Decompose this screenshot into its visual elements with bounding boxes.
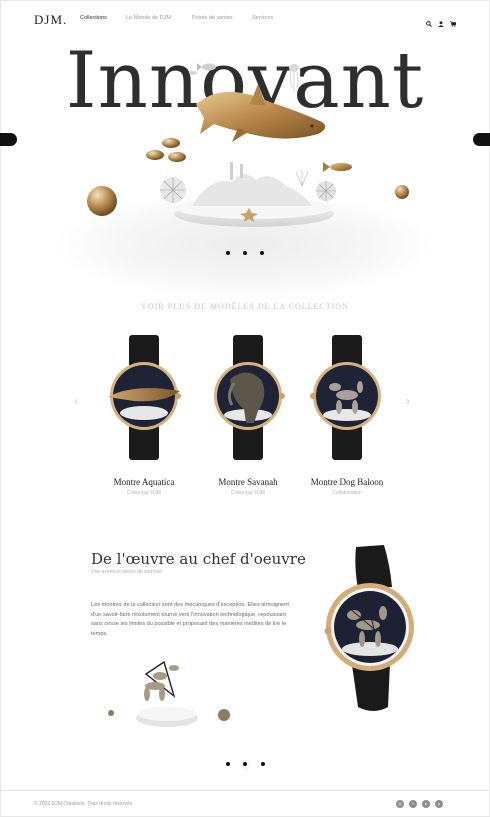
gold-fish-school <box>146 138 186 162</box>
product-subtitle: Collaboration <box>332 490 362 496</box>
copyright: © 2022 DJM Créations. Tous droits réserv… <box>34 801 134 807</box>
sea-urchin-right <box>316 181 336 201</box>
masterpiece-dot-2[interactable] <box>240 759 250 769</box>
product-card-dog-baloon[interactable]: Montre Dog Baloon Collaboration <box>297 335 397 496</box>
product-name[interactable]: Montre Savanah <box>198 477 298 487</box>
masterpiece-body: Les montres de la collection sont des mé… <box>91 602 289 637</box>
pinterest-icon[interactable]: p <box>435 800 443 808</box>
hero-prev-tab[interactable] <box>0 133 17 146</box>
instagram-icon[interactable]: ◎ <box>396 800 404 808</box>
gold-sphere-large <box>87 186 117 216</box>
silver-fish-top <box>189 63 216 75</box>
product-card-aquatica[interactable]: Montre Aquatica Créée par DJM <box>94 335 194 496</box>
balloon-dog-sculpture <box>108 660 230 727</box>
jellyfish <box>289 64 299 92</box>
display-plate <box>174 162 334 227</box>
watch-savanah-image <box>214 335 285 460</box>
watch-aquatica-image <box>108 335 181 460</box>
hero-illustration <box>87 63 409 227</box>
collection-heading[interactable]: VOIR PLUS DE MODÈLES DE LA COLLECTION <box>0 302 490 311</box>
hero-next-tab[interactable] <box>473 133 490 146</box>
carousel-prev-arrow[interactable]: ‹ <box>74 394 78 408</box>
gold-shark <box>196 84 326 142</box>
masterpiece-subtitle: Une aventure pleine de surprise <box>91 569 162 575</box>
social-links: ◎ f ▸ p <box>396 800 443 808</box>
carousel-next-arrow[interactable]: › <box>406 394 410 408</box>
masterpiece-dot-3[interactable] <box>260 762 265 766</box>
hero-pagination <box>0 251 490 255</box>
product-subtitle: Créée par DJM <box>231 490 265 496</box>
masterpiece-title: De l'œuvre au chef d'oeuvre <box>91 550 306 568</box>
hero-dot-2[interactable] <box>243 251 247 255</box>
hero-dot-1[interactable] <box>226 251 230 255</box>
product-name[interactable]: Montre Dog Baloon <box>297 477 397 487</box>
gold-fish-right <box>323 162 352 172</box>
masterpiece-dot-1[interactable] <box>225 762 230 766</box>
featured-watch-image <box>324 545 414 711</box>
product-subtitle: Créée par DJM <box>127 490 161 496</box>
sea-urchin-left <box>160 177 186 203</box>
gold-sphere-small <box>395 185 409 199</box>
footer-divider <box>0 790 490 791</box>
facebook-icon[interactable]: f <box>409 800 417 808</box>
product-name[interactable]: Montre Aquatica <box>94 477 194 487</box>
watch-dog-baloon-image <box>310 335 381 460</box>
hero-dot-3[interactable] <box>260 251 264 255</box>
masterpiece-pagination <box>0 759 490 769</box>
product-card-savanah[interactable]: Montre Savanah Créée par DJM <box>198 335 298 496</box>
youtube-icon[interactable]: ▸ <box>422 800 430 808</box>
